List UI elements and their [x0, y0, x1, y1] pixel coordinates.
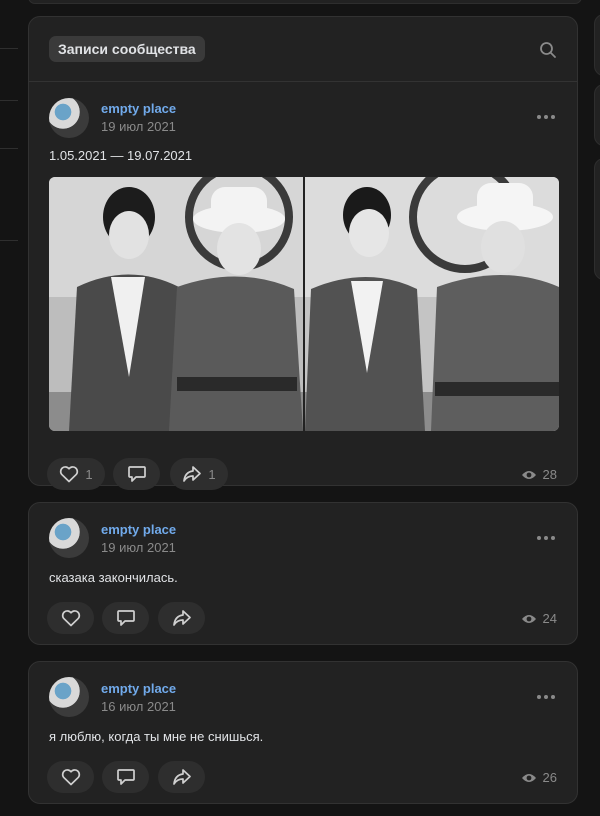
comment-icon — [116, 769, 135, 785]
view-counter: 24 — [521, 611, 557, 626]
eye-icon — [521, 773, 536, 782]
divider — [0, 48, 18, 49]
divider — [0, 148, 18, 149]
post-author[interactable]: empty place — [101, 522, 176, 537]
card-header: Записи сообщества — [29, 17, 577, 82]
comment-button[interactable] — [113, 458, 160, 490]
share-icon — [172, 610, 191, 626]
like-count: 1 — [85, 466, 93, 482]
share-icon — [183, 466, 202, 482]
comment-icon — [116, 610, 135, 626]
side-block — [594, 14, 600, 76]
previous-card-edge — [28, 0, 582, 4]
view-count: 28 — [542, 467, 557, 482]
like-button[interactable] — [47, 602, 94, 634]
post-photo[interactable] — [305, 177, 559, 431]
comment-button[interactable] — [102, 602, 149, 634]
share-button[interactable] — [158, 761, 205, 793]
share-button[interactable] — [158, 602, 205, 634]
more-icon[interactable] — [537, 114, 555, 120]
eye-icon — [521, 614, 536, 623]
view-count: 26 — [542, 770, 557, 785]
heart-icon — [61, 769, 80, 786]
photo-grid — [49, 177, 559, 431]
post: empty place 19 июл 2021 1.05.2021 — 19.0… — [29, 81, 577, 490]
avatar[interactable] — [49, 98, 89, 138]
like-button[interactable] — [47, 761, 94, 793]
post: empty place 16 июл 2021 я люблю, когда т… — [29, 662, 577, 805]
post-text: я люблю, когда ты мне не снишься. — [49, 729, 264, 744]
more-icon[interactable] — [537, 694, 555, 700]
side-block — [594, 158, 600, 280]
right-sidebar-edge — [594, 0, 600, 816]
view-counter: 28 — [521, 467, 557, 482]
post-author[interactable]: empty place — [101, 681, 176, 696]
avatar[interactable] — [49, 677, 89, 717]
heart-icon — [60, 466, 79, 483]
comment-button[interactable] — [102, 761, 149, 793]
post-date[interactable]: 19 июл 2021 — [101, 119, 176, 134]
post-text: сказака закончилась. — [49, 570, 178, 585]
side-block — [594, 84, 600, 146]
share-button[interactable]: 1 — [170, 458, 228, 490]
share-icon — [172, 769, 191, 785]
left-sidebar-edge — [0, 0, 18, 816]
share-count: 1 — [208, 466, 216, 482]
view-counter: 26 — [521, 770, 557, 785]
heart-icon — [61, 610, 80, 627]
post-date[interactable]: 19 июл 2021 — [101, 540, 176, 555]
post-card: empty place 19 июл 2021 сказака закончил… — [28, 502, 578, 645]
more-icon[interactable] — [537, 535, 555, 541]
post-card: empty place 16 июл 2021 я люблю, когда т… — [28, 661, 578, 804]
divider — [0, 100, 18, 101]
eye-icon — [521, 470, 536, 479]
post-date[interactable]: 16 июл 2021 — [101, 699, 176, 714]
like-button[interactable]: 1 — [47, 458, 105, 490]
community-posts-tab[interactable]: Записи сообщества — [49, 36, 205, 62]
view-count: 24 — [542, 611, 557, 626]
post: empty place 19 июл 2021 сказака закончил… — [29, 503, 577, 646]
post-author[interactable]: empty place — [101, 101, 176, 116]
community-posts-card: Записи сообщества empty place 19 июл 202… — [28, 16, 578, 490]
post-photo[interactable] — [49, 177, 303, 431]
avatar[interactable] — [49, 518, 89, 558]
divider — [0, 240, 18, 241]
search-icon[interactable] — [539, 41, 557, 59]
post-text: 1.05.2021 — 19.07.2021 — [49, 148, 193, 163]
comment-icon — [127, 466, 146, 482]
